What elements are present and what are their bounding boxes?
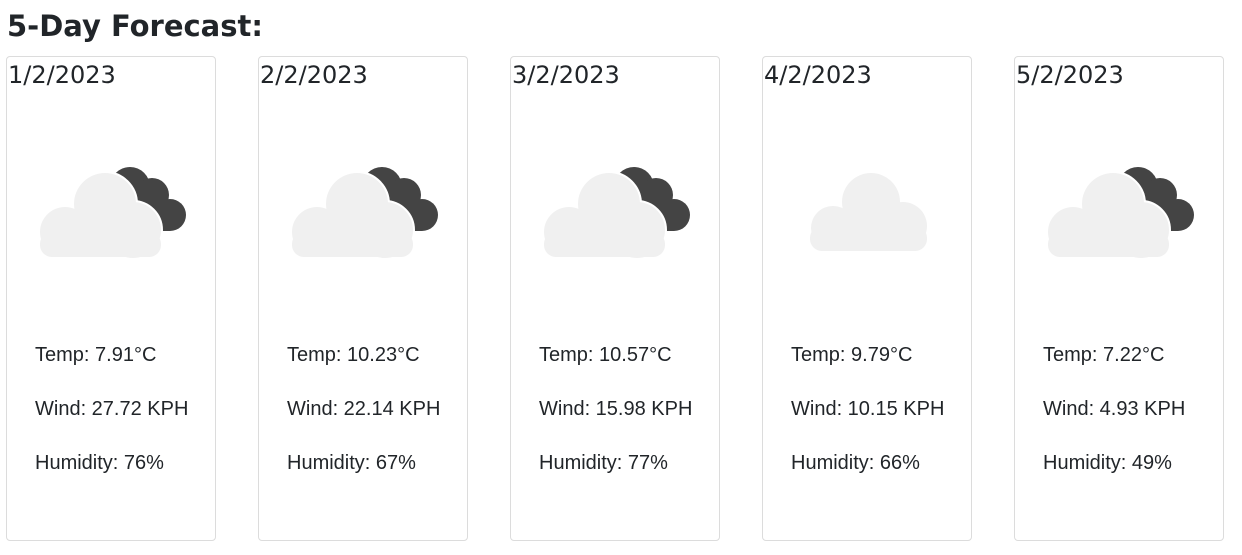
- card-date: 1/2/2023: [8, 61, 116, 89]
- card-date: 3/2/2023: [512, 61, 620, 89]
- forecast-card-day-1: 1/2/2023 Temp: 7.91°C Wind: 27.72 KPH Hu…: [6, 56, 216, 541]
- card-body: Temp: 7.22°C Wind: 4.93 KPH Humidity: 49…: [1043, 340, 1203, 502]
- cloud-moon-icon: [1045, 160, 1195, 260]
- temperature-text: Temp: 10.23°C: [287, 344, 420, 366]
- cloud-moon-icon: [541, 160, 691, 260]
- forecast-cards: 1/2/2023 Temp: 7.91°C Wind: 27.72 KPH Hu…: [6, 56, 1228, 544]
- card-body: Temp: 10.23°C Wind: 22.14 KPH Humidity: …: [287, 340, 447, 502]
- forecast-heading: 5-Day Forecast:: [7, 9, 263, 43]
- forecast-card-day-3: 3/2/2023 Temp: 10.57°C Wind: 15.98 KPH H…: [510, 56, 720, 541]
- forecast-card-day-5: 5/2/2023 Temp: 7.22°C Wind: 4.93 KPH Hum…: [1014, 56, 1224, 541]
- card-body: Temp: 7.91°C Wind: 27.72 KPH Humidity: 7…: [35, 340, 195, 502]
- humidity-text: Humidity: 76%: [35, 452, 164, 474]
- wind-text: Wind: 10.15 KPH: [791, 398, 945, 420]
- card-body: Temp: 9.79°C Wind: 10.15 KPH Humidity: 6…: [791, 340, 951, 502]
- wind-text: Wind: 4.93 KPH: [1043, 398, 1186, 420]
- cloud-icon: [793, 160, 943, 260]
- humidity-text: Humidity: 49%: [1043, 452, 1172, 474]
- cloud-moon-icon: [289, 160, 439, 260]
- forecast-card-day-4: 4/2/2023 Temp: 9.79°C Wind: 10.15 KPH Hu…: [762, 56, 972, 541]
- temperature-text: Temp: 9.79°C: [791, 344, 913, 366]
- cloud-moon-icon: [37, 160, 187, 260]
- card-body: Temp: 10.57°C Wind: 15.98 KPH Humidity: …: [539, 340, 699, 502]
- wind-text: Wind: 22.14 KPH: [287, 398, 441, 420]
- card-date: 4/2/2023: [764, 61, 872, 89]
- temperature-text: Temp: 10.57°C: [539, 344, 672, 366]
- humidity-text: Humidity: 77%: [539, 452, 668, 474]
- card-date: 2/2/2023: [260, 61, 368, 89]
- forecast-card-day-2: 2/2/2023 Temp: 10.23°C Wind: 22.14 KPH H…: [258, 56, 468, 541]
- temperature-text: Temp: 7.91°C: [35, 344, 157, 366]
- humidity-text: Humidity: 66%: [791, 452, 920, 474]
- humidity-text: Humidity: 67%: [287, 452, 416, 474]
- wind-text: Wind: 15.98 KPH: [539, 398, 693, 420]
- card-date: 5/2/2023: [1016, 61, 1124, 89]
- wind-text: Wind: 27.72 KPH: [35, 398, 189, 420]
- temperature-text: Temp: 7.22°C: [1043, 344, 1165, 366]
